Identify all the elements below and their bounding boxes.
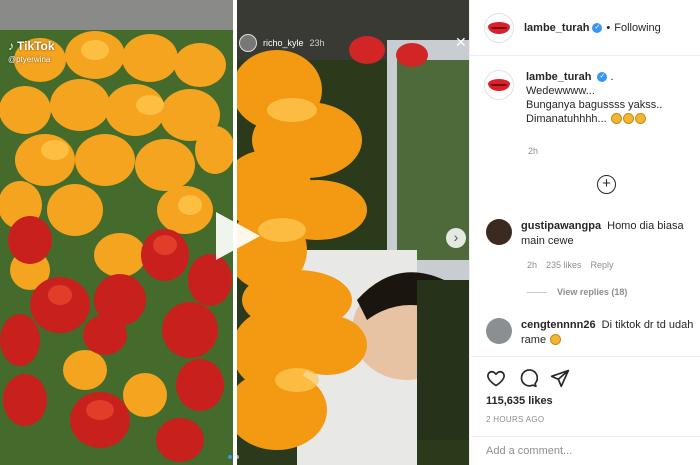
caption-line: Bunganya bagussss yakss.. xyxy=(526,99,663,111)
action-icons xyxy=(486,368,570,388)
tiktok-username: @ptyerwina xyxy=(8,55,51,64)
divider xyxy=(527,291,547,293)
story-username: richo_kyle xyxy=(263,38,304,48)
caption-body: lambe_turah ✓ . Wedewwww... Bunganya bag… xyxy=(526,70,662,126)
add-comment-input[interactable]: Add a comment... xyxy=(486,445,572,457)
heart-icon[interactable] xyxy=(486,368,506,388)
lips-logo-icon xyxy=(488,21,510,34)
like-count[interactable]: 115,635 likes xyxy=(486,395,553,407)
grin-emoji-icon xyxy=(610,113,622,124)
comment-likes[interactable]: 235 likes xyxy=(546,260,582,270)
caption-line: Dimanatuhhhh... xyxy=(526,113,607,125)
post-header: lambe_turah ✓ • Following xyxy=(470,0,700,56)
media-right-panel xyxy=(237,0,469,465)
tiktok-icon: ♪ xyxy=(8,39,14,53)
comment-username[interactable]: cengtennnn26 xyxy=(521,319,596,331)
story-avatar xyxy=(239,34,257,52)
grin-emoji-icon xyxy=(622,113,634,124)
view-replies-label[interactable]: View replies (18) xyxy=(557,287,627,297)
comment-meta: 2h 235 likes Reply xyxy=(527,260,614,270)
caption-avatar[interactable] xyxy=(484,70,514,100)
comment-item: gustipawangpa Homo dia biasa main cewe xyxy=(486,219,696,249)
verified-badge-icon: ✓ xyxy=(592,22,603,33)
close-icon: ✕ xyxy=(455,34,467,50)
caption-line: Wedewwww... xyxy=(526,85,595,97)
commenter-avatar[interactable] xyxy=(486,318,512,344)
play-icon[interactable] xyxy=(216,212,260,260)
lips-logo-icon xyxy=(488,79,510,91)
comment-time: 2h xyxy=(527,260,538,270)
view-replies[interactable]: View replies (18) xyxy=(527,287,627,297)
caption-time: 2h xyxy=(528,146,539,156)
story-time: 23h xyxy=(309,38,325,48)
caption-suffix: . xyxy=(610,71,614,83)
media-left-panel: ♪ TikTok @ptyerwina xyxy=(0,0,233,465)
grin-emoji-icon xyxy=(634,113,646,124)
reply-button[interactable]: Reply xyxy=(591,260,614,270)
avatar[interactable] xyxy=(484,12,514,43)
following-button[interactable]: Following xyxy=(614,22,660,34)
story-header: richo_kyle 23h xyxy=(239,34,325,52)
add-comment-bar: Add a comment... xyxy=(469,436,700,465)
carousel-dots xyxy=(228,455,239,459)
comment-username[interactable]: gustipawangpa xyxy=(521,220,601,232)
actions-divider xyxy=(469,356,700,357)
header-username[interactable]: lambe_turah xyxy=(524,22,589,34)
tiktok-logo: ♪ TikTok xyxy=(8,39,55,53)
comment-body: gustipawangpa Homo dia biasa main cewe xyxy=(521,219,696,249)
verified-badge-icon: ✓ xyxy=(597,72,608,83)
chevron-right-icon[interactable]: › xyxy=(446,228,466,248)
comment-item: cengtennnn26 Di tiktok dr td udah rame xyxy=(486,318,696,348)
share-icon[interactable] xyxy=(550,368,570,388)
laugh-emoji-icon xyxy=(550,334,562,345)
load-more-comments-button[interactable]: + xyxy=(597,175,616,194)
commenter-avatar[interactable] xyxy=(486,219,512,245)
comment-icon[interactable] xyxy=(518,368,538,388)
comment-body: cengtennnn26 Di tiktok dr td udah rame xyxy=(521,318,696,348)
post-caption: lambe_turah ✓ . Wedewwww... Bunganya bag… xyxy=(484,70,694,126)
caption-username[interactable]: lambe_turah xyxy=(526,71,591,83)
flowers-image xyxy=(0,0,233,465)
post-media[interactable]: ♪ TikTok @ptyerwina richo_kyle 23h ✕ › xyxy=(0,0,469,465)
header-separator: • xyxy=(606,21,611,34)
post-age: 2 HOURS AGO xyxy=(486,415,545,424)
carousel-dot xyxy=(228,455,232,459)
carousel-dot xyxy=(235,455,239,459)
tiktok-brand: TikTok xyxy=(17,39,55,53)
story-image xyxy=(237,0,469,465)
